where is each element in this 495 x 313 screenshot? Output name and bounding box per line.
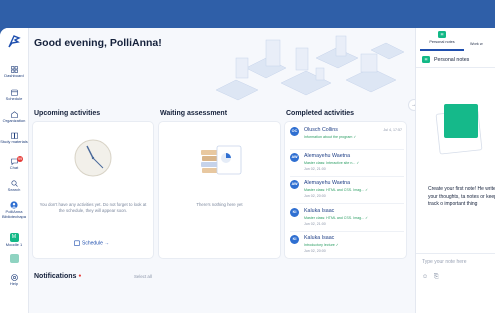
sidebar-item-label: Help — [9, 281, 19, 286]
sidebar-item-label: Chat — [9, 165, 19, 170]
divider — [290, 176, 404, 177]
note-tools: ☺ ⎘ — [422, 274, 439, 281]
avatar: AW — [290, 180, 299, 189]
sidebar-item-label: Schedule — [5, 96, 23, 101]
schedule-link-label: Schedule — [82, 240, 103, 247]
module-icon — [9, 254, 19, 263]
sidebar: Dashboard Schedule Organization Study ma… — [0, 28, 29, 313]
activity-description: Introductory lecture ✓ — [304, 243, 339, 247]
activity-date: Jun 02, 20:00 — [304, 194, 326, 198]
waiting-title: Waiting assessment — [160, 110, 228, 117]
completed-card: OC Olusch Collins Information about the … — [285, 122, 406, 258]
help-icon — [10, 274, 18, 281]
sidebar-item-help[interactable]: Help — [0, 274, 28, 287]
activity-description: Information about the program ✓ — [304, 135, 357, 139]
upcoming-title: Upcoming activities — [34, 110, 101, 117]
activity-author: Olusch Collins — [304, 127, 338, 133]
page-title: Good evening, PolliAnna! — [34, 37, 162, 49]
tab-label: Work w — [470, 42, 483, 46]
sidebar-item-organization[interactable]: Organization — [0, 111, 28, 124]
clock-icon — [74, 139, 112, 177]
activity-author: Kaluka Isaac — [304, 208, 335, 214]
tab-work[interactable]: Work w — [470, 42, 495, 46]
tab-label: Personal notes — [429, 40, 455, 44]
assessment-illustration — [201, 145, 242, 175]
sidebar-item-search[interactable]: Search — [0, 180, 28, 193]
completed-title: Completed activities — [286, 110, 355, 117]
dashboard-icon — [10, 66, 18, 73]
list-item[interactable]: AW Alemayehu Waetna Master class: Intera… — [290, 152, 404, 176]
chat-badge: 99 — [17, 156, 23, 162]
note-icon: ▤ — [438, 31, 446, 38]
module-icon: M — [9, 233, 19, 242]
activity-description: Master class: HTML and CSS. Imag... ✓ — [304, 188, 369, 192]
calendar-icon — [10, 89, 18, 96]
list-item[interactable]: AW Alemayehu Waetna Master class: HTML a… — [290, 179, 404, 203]
app-window: Dashboard Schedule Organization Study ma… — [0, 28, 495, 313]
note-icon: ▤ — [422, 56, 430, 63]
activity-author: Alemayehu Waetna — [304, 180, 351, 186]
schedule-link[interactable]: Schedule → — [74, 240, 109, 246]
calendar-icon — [74, 240, 80, 246]
sidebar-item-module[interactable]: M Moodle 1 — [0, 233, 28, 248]
list-item[interactable]: KI Kaluka Isaac Introductory lecture ✓ J… — [290, 234, 404, 258]
sidebar-item-label: Organization — [2, 118, 26, 123]
notes-empty-text: Create your first note! He write your th… — [428, 186, 495, 207]
building-icon — [10, 111, 18, 118]
avatar-icon — [10, 201, 18, 209]
select-all-button[interactable]: Select all — [134, 274, 152, 279]
list-item[interactable]: KI Kaluka Isaac Master class: HTML and C… — [290, 207, 404, 231]
search-icon — [10, 180, 18, 187]
waiting-empty-text: There's nothing here yet — [196, 202, 243, 207]
list-item[interactable]: OC Olusch Collins Information about the … — [290, 126, 404, 150]
activity-date: Jun 02, 20:00 — [304, 249, 326, 253]
sidebar-item-label: Study materials — [0, 139, 28, 144]
avatar: AW — [290, 153, 299, 162]
upcoming-empty-text: You don't have any activities yet. Do no… — [39, 202, 147, 213]
tab-personal-notes[interactable]: ▤ Personal notes — [420, 31, 464, 44]
notifications-label: Notifications — [34, 273, 77, 280]
sidebar-item-dashboard[interactable]: Dashboard — [0, 66, 28, 79]
notes-illustration — [435, 104, 483, 155]
sidebar-item-label: Search — [7, 187, 21, 192]
main-content: Good evening, PolliAnna! Upcoming activi… — [28, 28, 414, 313]
city-illustration — [186, 28, 414, 108]
avatar: OC — [290, 127, 299, 136]
activity-time: Jul 4, 17:57 — [383, 128, 402, 132]
sidebar-item-label: PolliAnna Bibliotechapa — [1, 209, 27, 219]
divider — [290, 203, 404, 204]
notification-dot-icon: ● — [78, 273, 82, 280]
sidebar-item-label: Moodle 1 — [5, 242, 23, 247]
book-icon — [10, 132, 18, 139]
app-logo[interactable] — [6, 34, 22, 50]
sidebar-item-profile[interactable]: PolliAnna Bibliotechapa — [0, 201, 28, 219]
avatar: KI — [290, 208, 299, 217]
sidebar-item-chat[interactable]: 99 Chat — [0, 156, 28, 171]
notes-panel: ▤ Personal notes Work w ▤ Personal notes… — [415, 28, 495, 313]
activity-date: Jun 02, 21:00 — [304, 222, 326, 226]
activity-author: Alemayehu Waetna — [304, 153, 351, 159]
emoji-icon[interactable]: ☺ — [422, 274, 428, 280]
upcoming-card: You don't have any activities yet. Do no… — [33, 122, 153, 258]
sidebar-item-label: Dashboard — [4, 73, 24, 78]
active-tab-indicator — [420, 49, 464, 51]
activity-description: Master class: Interactive site n... ✓ — [304, 161, 360, 165]
activity-description: Master class: HTML and CSS. Imag... ✓ — [304, 216, 369, 220]
note-input-placeholder: Type your note here — [422, 259, 467, 265]
activity-date: Jun 02, 21:00 — [304, 167, 326, 171]
note-input[interactable]: Type your note here — [416, 253, 495, 272]
waiting-card: There's nothing here yet — [159, 122, 280, 258]
sidebar-item-schedule[interactable]: Schedule — [0, 89, 28, 102]
sidebar-item-study-materials[interactable]: Study materials — [0, 132, 28, 145]
divider — [290, 149, 404, 150]
notes-header-title: Personal notes — [434, 57, 470, 63]
avatar: KI — [290, 235, 299, 244]
sidebar-item-extra[interactable] — [0, 254, 28, 264]
notes-header: ▤ Personal notes — [416, 53, 495, 68]
notifications-title: Notifications ● — [34, 273, 81, 280]
divider — [290, 231, 404, 232]
activity-author: Kaluka Isaac — [304, 235, 335, 241]
attachment-icon[interactable]: ⎘ — [434, 274, 439, 280]
